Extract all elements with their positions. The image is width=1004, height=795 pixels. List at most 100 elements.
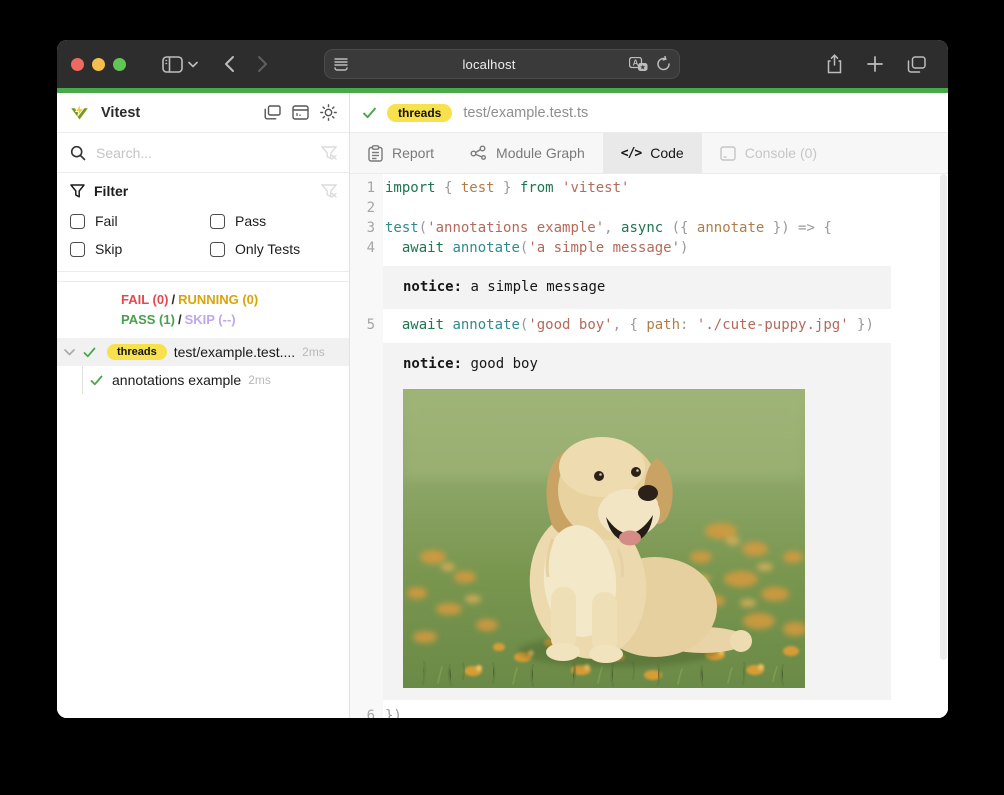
- line-content: import { test } from 'vitest': [383, 178, 629, 198]
- reader-icon[interactable]: [333, 57, 349, 71]
- code-line: 2: [350, 198, 948, 218]
- pass-count: PASS (1): [121, 312, 175, 327]
- module-graph-icon: [470, 145, 487, 162]
- annotation-notice: notice: good boy: [383, 343, 891, 700]
- dashboard-icon[interactable]: [292, 105, 309, 120]
- line-number: 3: [350, 218, 383, 238]
- search-icon: [70, 145, 86, 161]
- filter-icon: [70, 184, 85, 198]
- forward-button[interactable]: [257, 55, 268, 73]
- tree-row-file[interactable]: threads test/example.test.... 2ms: [57, 338, 349, 366]
- chevron-down-icon[interactable]: [64, 348, 75, 356]
- pass-check-icon: [83, 347, 96, 358]
- console-icon: [720, 146, 736, 161]
- pass-check-icon: [90, 375, 103, 386]
- sidebar-toggle-icon[interactable]: [162, 56, 183, 73]
- running-count: RUNNING (0): [178, 292, 258, 307]
- share-icon[interactable]: [826, 54, 843, 74]
- notice-label: notice:: [403, 279, 462, 295]
- theme-toggle-sun-icon[interactable]: [320, 104, 337, 121]
- tab-code-label: Code: [650, 145, 683, 161]
- checkbox-fail-label: Fail: [95, 213, 118, 229]
- filter-section: Filter Fail Pass Skip Only Tests: [57, 173, 349, 272]
- file-header: threads test/example.test.ts: [350, 93, 948, 133]
- notice-message: good boy: [462, 356, 538, 372]
- line-number: 4: [350, 238, 383, 258]
- line-content: }): [383, 706, 402, 718]
- tree-row-test[interactable]: annotations example 2ms: [57, 366, 349, 394]
- pool-badge: threads: [107, 344, 167, 360]
- app-title: Vitest: [101, 105, 140, 121]
- notice-message: a simple message: [462, 279, 605, 295]
- tab-report[interactable]: Report: [350, 133, 452, 173]
- browser-toolbar: localhost A ★: [57, 40, 948, 88]
- line-content: test('annotations example', async ({ ann…: [383, 218, 832, 238]
- tab-console[interactable]: Console (0): [702, 133, 835, 173]
- checkbox-skip-box[interactable]: [70, 242, 85, 257]
- code-line: 5 await annotate('good boy', { path: './…: [350, 315, 948, 335]
- tree-test-label: annotations example: [112, 372, 241, 388]
- filter-title: Filter: [94, 183, 128, 199]
- puppy-image: [403, 389, 805, 688]
- main-panel: threads test/example.test.ts Report: [350, 93, 948, 718]
- checkbox-pass-box[interactable]: [210, 214, 225, 229]
- svg-text:★: ★: [640, 63, 646, 71]
- summary-separator: /: [168, 292, 178, 307]
- code-view: 1import { test } from 'vitest'23test('an…: [350, 174, 948, 718]
- test-tree: threads test/example.test.... 2ms annota…: [57, 338, 349, 718]
- tree-file-label: test/example.test....: [174, 344, 295, 360]
- checkbox-only-tests-box[interactable]: [210, 242, 225, 257]
- fail-count: FAIL (0): [121, 292, 168, 307]
- checkbox-pass[interactable]: Pass: [210, 213, 337, 229]
- checkbox-fail[interactable]: Fail: [70, 213, 210, 229]
- clear-filter-icon[interactable]: [321, 184, 337, 198]
- checkbox-fail-box[interactable]: [70, 214, 85, 229]
- browser-window: localhost A ★: [57, 40, 948, 718]
- line-content: await annotate('a simple message'): [383, 238, 688, 258]
- tab-report-label: Report: [392, 145, 434, 161]
- url-text: localhost: [349, 57, 629, 72]
- code-line: 1import { test } from 'vitest': [350, 178, 948, 198]
- vitest-logo-icon: [70, 103, 89, 122]
- search-input[interactable]: [96, 145, 321, 161]
- reload-icon[interactable]: [656, 56, 671, 72]
- close-window-button[interactable]: [71, 58, 84, 71]
- collapse-panels-icon[interactable]: [264, 105, 281, 120]
- svg-text:A: A: [633, 58, 639, 67]
- translate-icon[interactable]: A ★: [629, 57, 648, 72]
- clear-search-filter-icon[interactable]: [321, 146, 337, 160]
- code-icon: </>: [621, 146, 641, 161]
- line-number: 1: [350, 178, 383, 198]
- duration-label: 2ms: [302, 345, 325, 359]
- line-number: 6: [350, 706, 383, 718]
- pool-badge: threads: [387, 104, 452, 122]
- code-line: 3test('annotations example', async ({ an…: [350, 218, 948, 238]
- tab-module-graph[interactable]: Module Graph: [452, 133, 603, 173]
- url-bar[interactable]: localhost A ★: [324, 49, 680, 79]
- report-icon: [368, 145, 383, 162]
- annotation-notice: notice: a simple message: [383, 266, 891, 309]
- tree-guide-line: [82, 366, 83, 394]
- tab-code[interactable]: </> Code: [603, 133, 702, 173]
- back-button[interactable]: [224, 55, 235, 73]
- summary-line-1: FAIL (0)/RUNNING (0): [121, 290, 349, 310]
- traffic-lights: [57, 58, 140, 71]
- checkbox-skip[interactable]: Skip: [70, 241, 210, 257]
- vertical-scrollbar-thumb[interactable]: [940, 174, 947, 660]
- checkbox-only-tests-label: Only Tests: [235, 241, 300, 257]
- skip-count: SKIP (--): [185, 312, 236, 327]
- tab-module-graph-label: Module Graph: [496, 145, 585, 161]
- checkbox-skip-label: Skip: [95, 241, 122, 257]
- chevron-down-icon[interactable]: [188, 61, 198, 68]
- minimize-window-button[interactable]: [92, 58, 105, 71]
- checkbox-only-tests[interactable]: Only Tests: [210, 241, 337, 257]
- line-number: 2: [350, 198, 383, 218]
- tab-bar: Report Module Graph </> Code: [350, 133, 948, 174]
- line-number: 5: [350, 315, 383, 335]
- summary-separator: /: [175, 312, 185, 327]
- new-tab-icon[interactable]: [867, 56, 883, 72]
- zoom-window-button[interactable]: [113, 58, 126, 71]
- tab-overview-icon[interactable]: [907, 56, 926, 73]
- search-row: [57, 133, 349, 173]
- test-summary: FAIL (0)/RUNNING (0) PASS (1)/SKIP (--): [57, 281, 349, 338]
